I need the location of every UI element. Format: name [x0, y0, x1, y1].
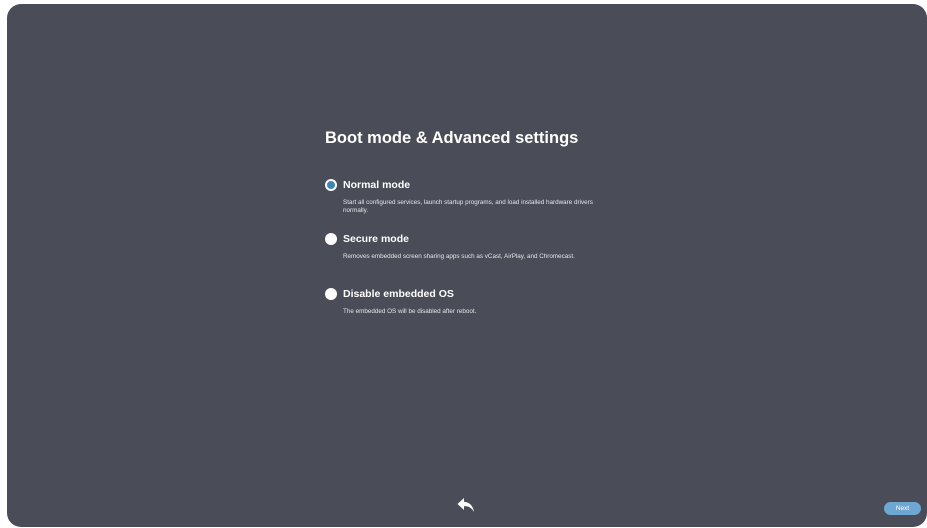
- option-disable-embedded-os-label: Disable embedded OS: [343, 288, 454, 300]
- next-button[interactable]: Next: [884, 502, 921, 515]
- option-disable-embedded-os-row[interactable]: Disable embedded OS: [325, 288, 625, 300]
- page-title: Boot mode & Advanced settings: [325, 129, 579, 147]
- option-secure-mode-row[interactable]: Secure mode: [325, 233, 625, 245]
- option-secure-mode-label: Secure mode: [343, 233, 409, 245]
- back-arrow-icon-glyph: [457, 498, 474, 512]
- boot-mode-panel: Boot mode & Advanced settings Normal mod…: [325, 129, 625, 315]
- back-arrow-icon[interactable]: [457, 497, 475, 513]
- radio-normal-mode[interactable]: [325, 179, 337, 191]
- option-secure-mode[interactable]: Secure mode Removes embedded screen shar…: [325, 233, 625, 261]
- option-secure-mode-description: Removes embedded screen sharing apps suc…: [343, 253, 575, 260]
- setup-screen: Boot mode & Advanced settings Normal mod…: [7, 4, 927, 527]
- radio-disable-embedded-os[interactable]: [325, 288, 337, 300]
- option-normal-mode-description: Start all configured services, launch st…: [343, 199, 593, 214]
- option-normal-mode-label: Normal mode: [343, 179, 411, 191]
- option-normal-mode[interactable]: Normal mode Start all configured service…: [325, 179, 625, 214]
- option-disable-embedded-os[interactable]: Disable embedded OS The embedded OS will…: [325, 288, 625, 316]
- option-normal-mode-row[interactable]: Normal mode: [325, 179, 625, 191]
- option-disable-embedded-os-description: The embedded OS will be disabled after r…: [343, 308, 477, 315]
- radio-secure-mode[interactable]: [325, 233, 337, 245]
